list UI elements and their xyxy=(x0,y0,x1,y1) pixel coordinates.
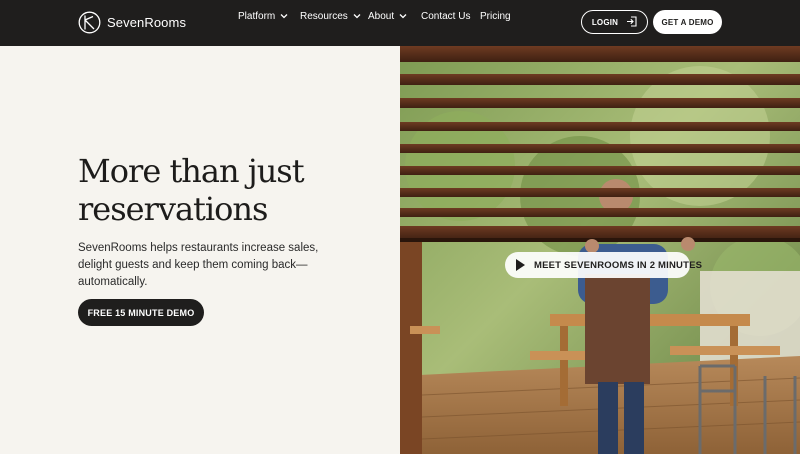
nav-platform[interactable]: Platform xyxy=(238,11,288,22)
brand-name: SevenRooms xyxy=(107,15,187,30)
login-arrow-icon xyxy=(618,15,637,29)
nav-pricing[interactable]: Pricing xyxy=(480,11,511,22)
hero-title: More than just reservations xyxy=(78,152,378,228)
chevron-down-icon xyxy=(353,11,361,22)
nav-resources[interactable]: Resources xyxy=(300,11,361,22)
login-button[interactable]: LOGIN xyxy=(581,10,648,34)
chevron-down-icon xyxy=(280,11,288,22)
sevenrooms-logo-icon xyxy=(78,11,101,34)
hero-subtitle: SevenRooms helps restaurants increase sa… xyxy=(78,242,319,288)
nav-about[interactable]: About xyxy=(368,11,407,22)
nav-contact-us[interactable]: Contact Us xyxy=(421,11,470,22)
watch-video-button[interactable]: MEET SEVENROOMS IN 2 MINUTES xyxy=(505,252,702,278)
nav-platform-label: Platform xyxy=(238,10,276,22)
hero-video[interactable]: MEET SEVENROOMS IN 2 MINUTES xyxy=(400,46,800,454)
hero-title-line-2: reservations xyxy=(78,190,268,228)
site-header: SevenRooms Platform Resources About Cont… xyxy=(0,0,800,46)
nav-about-label: About xyxy=(368,10,395,22)
login-button-label: LOGIN xyxy=(591,17,619,27)
get-a-demo-button[interactable]: GET A DEMO xyxy=(653,10,722,34)
free-demo-button[interactable]: FREE 15 MINUTE DEMO xyxy=(78,299,204,326)
brand-logo-link[interactable]: SevenRooms xyxy=(78,11,186,34)
hero-title-line-1: More than just xyxy=(78,152,305,190)
play-icon xyxy=(516,259,525,271)
chevron-down-icon xyxy=(399,11,407,22)
restaurant-video-still xyxy=(400,46,800,454)
watch-video-label: MEET SEVENROOMS IN 2 MINUTES xyxy=(534,259,703,271)
nav-resources-label: Resources xyxy=(300,10,348,22)
